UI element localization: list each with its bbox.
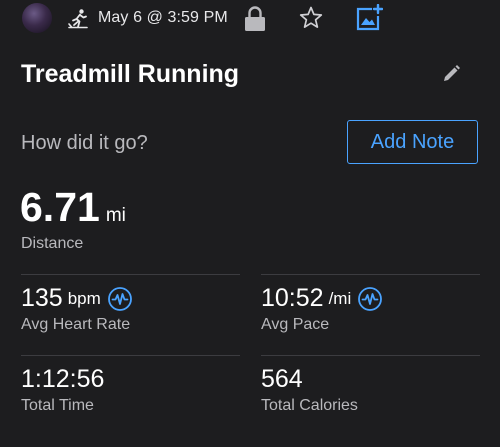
total-calories-label: Total Calories [261, 397, 358, 414]
heart-rate-label: Avg Heart Rate [21, 316, 131, 333]
heart-rate-chart-icon[interactable] [107, 286, 132, 311]
divider [261, 355, 480, 356]
pace-value: 10:52 [261, 284, 324, 312]
divider [261, 274, 480, 275]
activity-title: Treadmill Running [21, 60, 240, 88]
distance-value: 6.71 [20, 184, 100, 230]
how-did-it-go-prompt: How did it go? [21, 132, 148, 154]
total-calories-value: 564 [261, 365, 303, 393]
add-note-button[interactable]: Add Note [347, 120, 478, 164]
star-icon[interactable] [298, 5, 324, 31]
divider [21, 355, 240, 356]
distance-unit: mi [105, 205, 126, 226]
activity-date-time: May 6 @ 3:59 PM [98, 9, 228, 26]
add-photo-icon[interactable] [355, 4, 383, 32]
treadmill-run-icon [68, 9, 88, 29]
edit-pencil-icon[interactable] [441, 64, 461, 84]
total-time-label: Total Time [21, 397, 94, 414]
pace-unit: /mi [328, 288, 352, 308]
pace-label: Avg Pace [261, 316, 330, 333]
distance-value-row: 6.71 mi [20, 184, 126, 231]
total-time-value: 1:12:56 [21, 365, 105, 393]
avatar[interactable] [22, 3, 52, 33]
distance-label: Distance [21, 235, 84, 252]
pace-chart-icon[interactable] [358, 286, 383, 311]
pace-stat: 10:52 /mi [261, 284, 383, 313]
heart-rate-stat: 135 bpm [21, 284, 132, 313]
heart-rate-value: 135 [21, 284, 63, 312]
divider [21, 274, 240, 275]
lock-icon[interactable] [244, 6, 266, 32]
heart-rate-unit: bpm [67, 288, 101, 308]
